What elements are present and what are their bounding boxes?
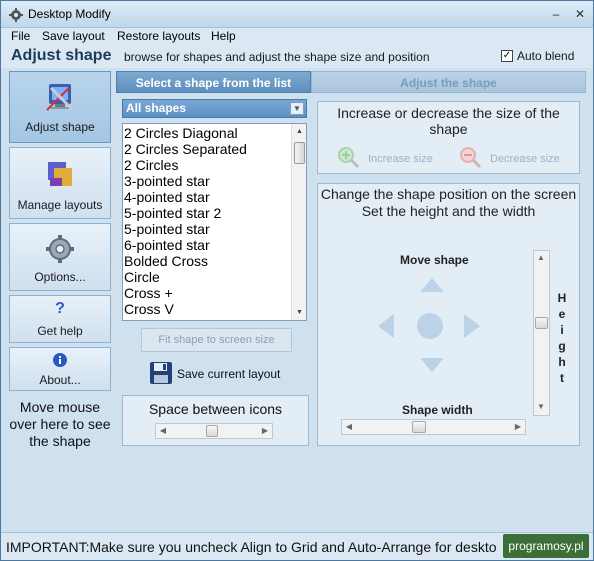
tab-adjust-shape[interactable]: Adjust the shape <box>311 71 586 93</box>
window-title: Desktop Modify <box>28 7 111 21</box>
zoom-out-icon <box>460 147 482 169</box>
arrow-down-icon[interactable] <box>418 356 446 374</box>
shape-preview-hint[interactable]: Move mouse over here to see the shape <box>7 399 113 450</box>
size-box: Increase or decrease the size of the sha… <box>317 101 580 174</box>
list-item[interactable]: 4-pointed star <box>124 189 210 205</box>
sidebar-item-about[interactable]: About... <box>9 347 111 391</box>
decrease-size-label: Decrease size <box>490 153 560 165</box>
move-shape-label: Move shape <box>400 253 469 267</box>
slider-thumb[interactable] <box>412 421 426 433</box>
shape-list-scrollbar[interactable]: ▲ ▼ <box>291 124 306 320</box>
watermark-logo: programosy.pl <box>503 534 589 558</box>
close-button[interactable]: ✕ <box>571 5 589 23</box>
scroll-thumb[interactable] <box>294 142 305 164</box>
list-item[interactable]: 2 Circles Separated <box>124 141 247 157</box>
position-title: Change the shape position on the screen … <box>320 186 577 219</box>
title-bar[interactable]: Desktop Modify – ✕ <box>1 1 593 28</box>
zoom-in-icon <box>338 147 360 169</box>
floppy-disk-icon <box>150 362 172 384</box>
menu-help[interactable]: Help <box>211 29 236 43</box>
status-bar: IMPORTANT:Make sure you uncheck Align to… <box>1 532 593 560</box>
menu-bar: File Save layout Restore layouts Help <box>1 28 593 46</box>
scroll-down-icon[interactable]: ▼ <box>535 401 547 413</box>
scroll-right-icon[interactable]: ▶ <box>512 421 524 433</box>
adjust-shape-icon <box>46 84 75 112</box>
auto-blend-checkbox[interactable]: ✓ <box>501 50 513 62</box>
list-item[interactable]: Cross V <box>124 301 174 317</box>
sidebar-item-adjust-shape[interactable]: Adjust shape <box>9 71 111 143</box>
icon-spacing-box: Space between icons ◀ ▶ <box>122 395 309 446</box>
info-icon <box>53 353 67 367</box>
scroll-up-icon[interactable]: ▲ <box>535 252 547 264</box>
shape-select-panel: All shapes ▼ 2 Circles Diagonal 2 Circle… <box>116 93 311 453</box>
tab-bar: Select a shape from the list Adjust the … <box>116 71 586 93</box>
shape-list[interactable]: 2 Circles Diagonal 2 Circles Separated 2… <box>122 123 307 321</box>
fit-shape-button[interactable]: Fit shape to screen size <box>141 328 292 352</box>
slider-thumb[interactable] <box>206 425 218 437</box>
minimize-button[interactable]: – <box>547 5 565 23</box>
page-title: Adjust shape <box>11 47 112 64</box>
save-layout-button[interactable]: Save current layout <box>149 361 309 387</box>
menu-restore-layouts[interactable]: Restore layouts <box>117 29 200 43</box>
scroll-right-icon[interactable]: ▶ <box>259 425 271 437</box>
sidebar: Adjust shape Manage layouts Options... ? <box>7 71 113 455</box>
chevron-down-icon[interactable]: ▼ <box>290 102 304 115</box>
list-item[interactable]: 2 Circles <box>124 157 178 173</box>
menu-file[interactable]: File <box>11 29 30 43</box>
menu-save-layout[interactable]: Save layout <box>42 29 105 43</box>
app-gear-icon <box>9 8 23 22</box>
list-item[interactable]: 5-pointed star 2 <box>124 205 221 221</box>
sidebar-item-label: About... <box>39 373 81 387</box>
arrow-left-icon[interactable] <box>376 312 396 340</box>
page-header: Adjust shape browse for shapes and adjus… <box>1 46 593 68</box>
important-notice: IMPORTANT:Make sure you uncheck Align to… <box>6 539 497 555</box>
shape-width-slider[interactable]: ◀ ▶ <box>341 419 526 435</box>
gear-icon <box>46 235 74 263</box>
shape-filter-dropdown[interactable]: All shapes ▼ <box>122 99 307 118</box>
list-item[interactable]: 2 Circles Diagonal <box>124 125 238 141</box>
list-item[interactable]: 5-pointed star <box>124 221 210 237</box>
sidebar-item-options[interactable]: Options... <box>9 223 111 291</box>
auto-blend-label: Auto blend <box>517 49 575 63</box>
list-item[interactable]: 3-pointed star <box>124 173 210 189</box>
shape-height-slider[interactable]: ▲ ▼ <box>533 250 550 416</box>
center-shape-icon[interactable] <box>416 312 444 340</box>
manage-layouts-icon <box>48 162 72 186</box>
adjust-shape-panel: Increase or decrease the size of the sha… <box>311 93 586 453</box>
position-box: Change the shape position on the screen … <box>317 183 580 446</box>
arrow-right-icon[interactable] <box>462 312 482 340</box>
shape-width-label: Shape width <box>402 403 473 417</box>
scroll-left-icon[interactable]: ◀ <box>157 425 169 437</box>
list-item[interactable]: Circle <box>124 269 160 285</box>
tab-select-shape[interactable]: Select a shape from the list <box>116 71 311 93</box>
page-description: browse for shapes and adjust the shape s… <box>124 50 430 64</box>
sidebar-item-label: Manage layouts <box>17 198 103 212</box>
list-item[interactable]: Bolded Cross <box>124 253 208 269</box>
app-window: Desktop Modify – ✕ File Save layout Rest… <box>0 0 594 561</box>
shape-height-label: Height <box>557 291 567 385</box>
increase-size-button[interactable]: Increase size <box>336 147 446 169</box>
scroll-left-icon[interactable]: ◀ <box>343 421 355 433</box>
sidebar-item-get-help[interactable]: ? Get help <box>9 295 111 343</box>
decrease-size-button[interactable]: Decrease size <box>458 147 578 169</box>
sidebar-item-manage-layouts[interactable]: Manage layouts <box>9 147 111 219</box>
shape-filter-value: All shapes <box>126 101 187 115</box>
save-layout-label: Save current layout <box>177 367 281 381</box>
icon-spacing-slider[interactable]: ◀ ▶ <box>155 423 273 439</box>
list-item[interactable]: Cross + <box>124 285 173 301</box>
sidebar-item-label: Adjust shape <box>25 120 95 134</box>
list-item[interactable]: 6-pointed star <box>124 237 210 253</box>
scroll-up-icon[interactable]: ▲ <box>293 125 306 138</box>
sidebar-item-label: Get help <box>37 324 83 338</box>
arrow-up-icon[interactable] <box>418 276 446 294</box>
slider-thumb[interactable] <box>535 317 548 329</box>
increase-size-label: Increase size <box>368 153 433 165</box>
sidebar-item-label: Options... <box>34 270 86 284</box>
size-title: Increase or decrease the size of the sha… <box>337 105 560 137</box>
icon-spacing-label: Space between icons <box>148 401 283 417</box>
scroll-down-icon[interactable]: ▼ <box>293 306 306 319</box>
question-icon: ? <box>55 300 65 317</box>
